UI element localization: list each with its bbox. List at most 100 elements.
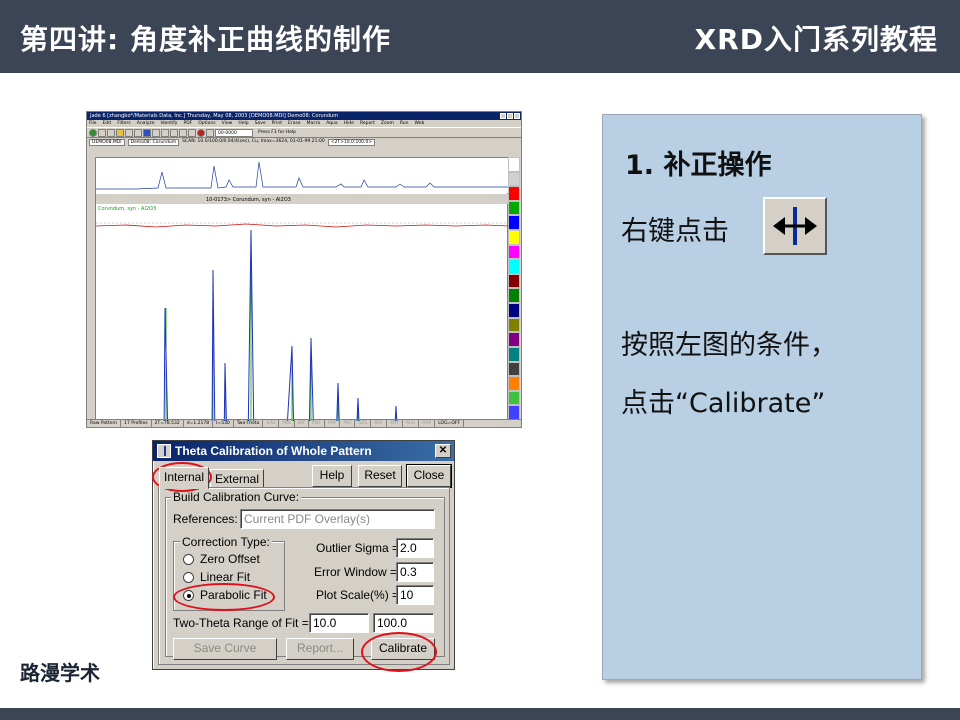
calibrate-tool-icon[interactable] (763, 197, 827, 255)
plot-scale-label: Plot Scale(%) = (316, 588, 400, 602)
maximize-icon[interactable] (507, 113, 513, 119)
zoom-icon[interactable] (152, 128, 160, 137)
menu-item-edit[interactable]: Edit (103, 120, 112, 127)
step-right-click-text: 右键点击 (621, 216, 729, 247)
build-curve-label: Build Calibration Curve: (171, 490, 302, 504)
menu-item-macro[interactable]: Macro (307, 120, 321, 127)
plot-scale-field[interactable]: 10 (396, 585, 434, 605)
reset-button[interactable]: Reset (358, 465, 402, 487)
range-max-field[interactable]: 100.0 (373, 613, 434, 633)
menu-item-erase[interactable]: Erase (288, 120, 301, 127)
outlier-sigma-field[interactable]: 2.0 (396, 538, 434, 558)
linear-fit-label: Linear Fit (200, 570, 251, 584)
jade-window-screenshot: Jade 6 [zhangbo*/Materials Data, Inc.] T… (86, 111, 522, 428)
theta-calibration-dialog: Theta Calibration of Whole Pattern ✕ Int… (152, 440, 455, 672)
references-label: References: (173, 512, 238, 526)
menu-item-report[interactable]: Report (360, 120, 375, 127)
fit-icon[interactable] (170, 128, 178, 137)
peak-icon[interactable] (161, 128, 169, 137)
linear-fit-radio[interactable] (183, 572, 194, 583)
tab-internal[interactable]: Internal (159, 467, 210, 489)
close-button[interactable]: Close (406, 464, 452, 488)
menu-item-web[interactable]: Web (414, 120, 424, 127)
jade-titlebar: Jade 6 [zhangbo*/Materials Data, Inc.] T… (87, 112, 521, 120)
brand-label: 路漫学术 (20, 661, 100, 685)
menu-item-print[interactable]: Print (272, 120, 282, 127)
folder-icon[interactable] (116, 128, 124, 137)
menu-item-run[interactable]: Run (400, 120, 409, 127)
run-icon[interactable] (89, 128, 97, 137)
step-conditions-text: 按照左图的条件， (621, 330, 837, 361)
status-cell: XRF (371, 420, 388, 427)
sample-name: Demo08: Corundum (127, 138, 180, 146)
menu-item-help[interactable]: Help (238, 120, 248, 127)
dialog-close-icon[interactable]: ✕ (435, 444, 451, 458)
slide: 第四讲: 角度补正曲线的制作 XRD入门系列教程 Jade 6 [zhangbo… (0, 0, 960, 720)
zero-offset-label: Zero Offset (200, 552, 260, 566)
open-icon[interactable] (98, 128, 106, 137)
references-field[interactable]: Current PDF Overlay(s) (240, 509, 435, 529)
xrd-plots: 10-0173> Corundum, syn - Al2O3 Corundum,… (95, 158, 510, 427)
menu-item-zoom[interactable]: Zoom (381, 120, 394, 127)
series-title: XRD入门系列教程 (694, 23, 938, 56)
menu-item-filters[interactable]: Filters (117, 120, 131, 127)
close-icon[interactable] (514, 113, 520, 119)
status-cell: RRP (419, 420, 436, 427)
status-cell: DIF (295, 420, 310, 427)
status-cell: XRT (387, 420, 403, 427)
pdf-overlay-text: 10-0173> Corundum, syn - Al2O3 (206, 197, 291, 203)
help-button[interactable]: Help (312, 465, 352, 487)
status-cell: SZS (355, 420, 372, 427)
zero-offset-radio[interactable] (183, 554, 194, 565)
two-theta-range-label: Two-Theta Range of Fit = (173, 616, 309, 630)
plot-area[interactable]: 10-0173> Corundum, syn - Al2O3 Corundum,… (95, 157, 510, 427)
status-cell: PRF (325, 420, 341, 427)
menu-item-options[interactable]: Options (198, 120, 215, 127)
save-icon[interactable] (107, 128, 115, 137)
copy-icon[interactable] (134, 128, 142, 137)
print-icon[interactable] (125, 128, 133, 137)
dialog-app-icon (157, 444, 171, 458)
stop-icon[interactable] (197, 128, 205, 137)
file-combo[interactable]: DEMO08.MDI (89, 138, 125, 146)
menu-item-identify[interactable]: Identify (160, 120, 177, 127)
range-min-field[interactable]: 10.0 (309, 613, 369, 633)
jade-statusbar: Raw Pattern 17 Profiles 2T=78.532 d=1.2178 I… (87, 419, 521, 427)
menu-item-save[interactable]: Save (255, 120, 266, 127)
undo-icon[interactable] (206, 128, 214, 137)
status-cell: LOG=OFF (435, 420, 465, 427)
error-window-field[interactable]: 0.3 (396, 562, 434, 582)
menu-item-view[interactable]: View (222, 120, 233, 127)
overlay-toolbar (96, 194, 509, 204)
status-cell: 17 Profiles (121, 420, 152, 427)
measured-pattern (163, 229, 398, 427)
dialog-title: Theta Calibration of Whole Pattern (175, 444, 372, 458)
menu-item-aqua[interactable]: Aqua (326, 120, 337, 127)
step-click-calibrate-text: 点击“Calibrate” (621, 388, 826, 419)
text-icon[interactable] (188, 128, 196, 137)
status-cell: SAV (263, 420, 280, 427)
correction-type-label: Correction Type: (180, 535, 272, 549)
outlier-sigma-label: Outlier Sigma = (316, 541, 400, 555)
menu-item-hide[interactable]: Hide (344, 120, 354, 127)
minimize-icon[interactable] (500, 113, 506, 119)
menu-item-file[interactable]: File (89, 120, 97, 127)
card-combo[interactable]: 00-0000 (215, 128, 253, 137)
status-cell: PKT (340, 420, 356, 427)
status-cell: d=1.2178 (184, 420, 214, 427)
error-window-label: Error Window = (314, 565, 398, 579)
menu-item-pdf[interactable]: PDF (183, 120, 192, 127)
report-button[interactable]: Report... (286, 638, 354, 660)
instruction-panel: 1. 补正操作 右键点击 按照左图的条件， 点击“Calibrate” (602, 114, 922, 680)
menu-item-analyze[interactable]: Analyze (137, 120, 155, 127)
scan-info: SCAN: 10.0/100.0/0.04/4(sec), Cu, Imax=3… (182, 139, 325, 144)
save-curve-button[interactable]: Save Curve (173, 638, 277, 660)
report-icon[interactable] (179, 128, 187, 137)
color-palette[interactable] (508, 157, 520, 420)
jade-title-text: Jade 6 [zhangbo*/Materials Data, Inc.] T… (90, 113, 339, 119)
dialog-titlebar: Theta Calibration of Whole Pattern ✕ (153, 441, 454, 461)
header-bar: 第四讲: 角度补正曲线的制作 XRD入门系列教程 (0, 0, 960, 73)
status-cell: PKS (279, 420, 295, 427)
calibrate-tool-icon[interactable] (143, 128, 151, 137)
tab-external[interactable]: External (210, 469, 265, 489)
